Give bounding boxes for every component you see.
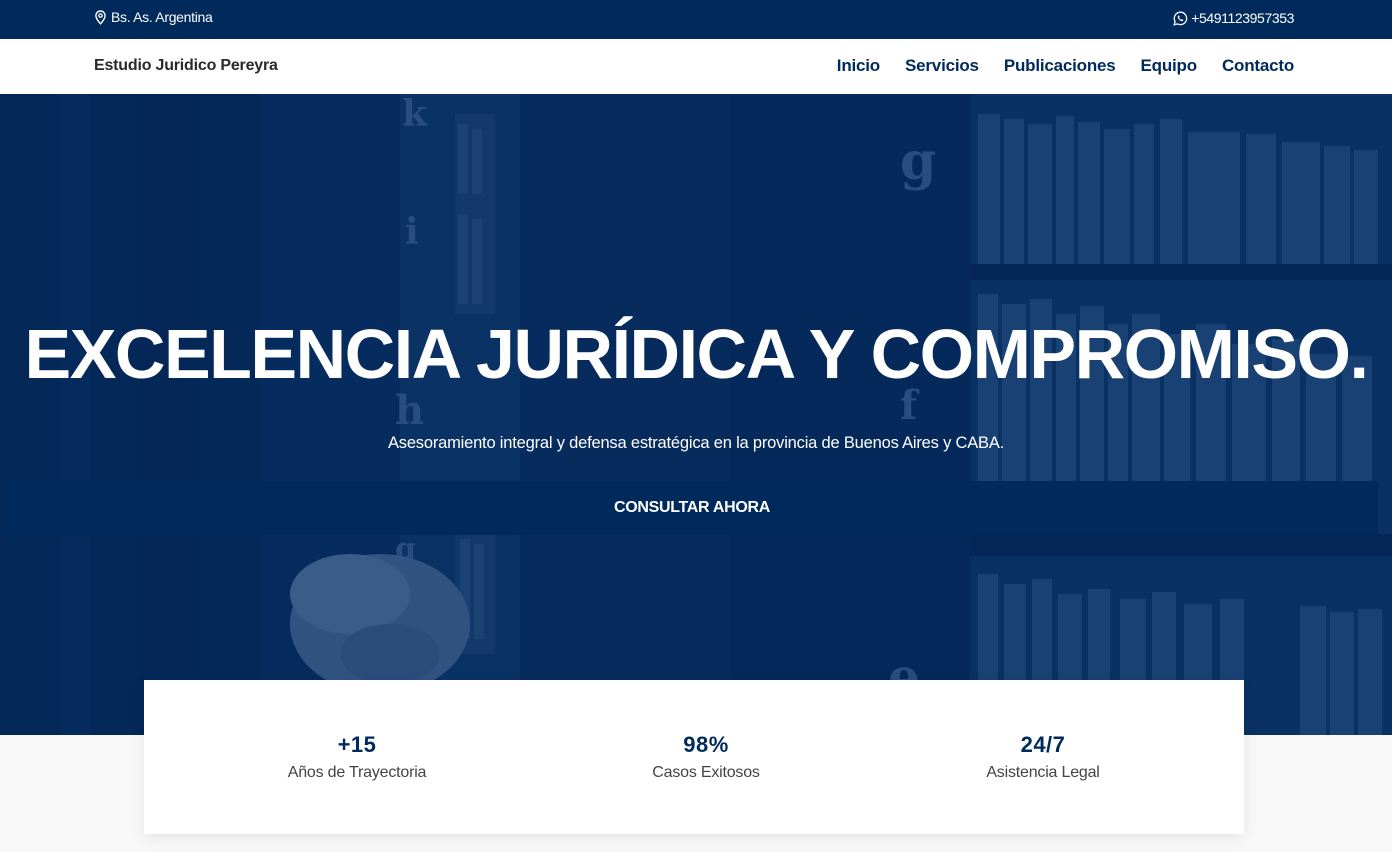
stat-item: 98% Casos Exitosos <box>556 732 856 782</box>
nav-link-inicio[interactable]: Inicio <box>837 56 880 76</box>
stat-label: Asistencia Legal <box>986 764 1100 781</box>
hero-title: EXCELENCIA JURÍDICA Y COMPROMISO. <box>24 315 1369 393</box>
stat-item: 24/7 Asistencia Legal <box>893 732 1193 782</box>
nav-link-contacto[interactable]: Contacto <box>1222 56 1294 76</box>
stat-value: +15 <box>337 732 377 757</box>
stat-value: 98% <box>683 732 729 757</box>
stat-label: Casos Exitosos <box>652 764 760 781</box>
phone-link[interactable]: +5491123957353 <box>1173 10 1294 26</box>
main-navbar: Estudio Juridico Pereyra Inicio Servicio… <box>0 39 1392 94</box>
main-nav: Inicio Servicios Publicaciones Equipo Co… <box>837 56 1294 76</box>
stat-item: +15 Años de Trayectoria <box>207 732 507 782</box>
hero-section: k g i h f g e EXCELENCIA JURÍDICA Y COMP… <box>0 94 1392 735</box>
whatsapp-icon <box>1173 11 1188 26</box>
site-brand[interactable]: Estudio Juridico Pereyra <box>94 57 278 75</box>
consult-now-button[interactable]: CONSULTAR AHORA <box>6 481 1378 535</box>
hero-subtitle: Asesoramiento integral y defensa estraté… <box>387 434 1005 452</box>
nav-link-equipo[interactable]: Equipo <box>1141 56 1198 76</box>
nav-link-servicios[interactable]: Servicios <box>905 56 979 76</box>
stats-card: +15 Años de Trayectoria 98% Casos Exitos… <box>144 680 1244 834</box>
map-pin-icon <box>94 9 107 25</box>
stat-value: 24/7 <box>1020 732 1066 757</box>
stat-label: Años de Trayectoria <box>287 764 427 781</box>
nav-link-publicaciones[interactable]: Publicaciones <box>1004 56 1116 76</box>
top-info-bar: Bs. As. Argentina +5491123957353 <box>0 0 1392 39</box>
phone-text: +5491123957353 <box>1191 10 1294 26</box>
hero-overlay <box>0 94 1392 735</box>
location-info: Bs. As. Argentina <box>94 9 213 25</box>
location-text: Bs. As. Argentina <box>111 9 213 25</box>
